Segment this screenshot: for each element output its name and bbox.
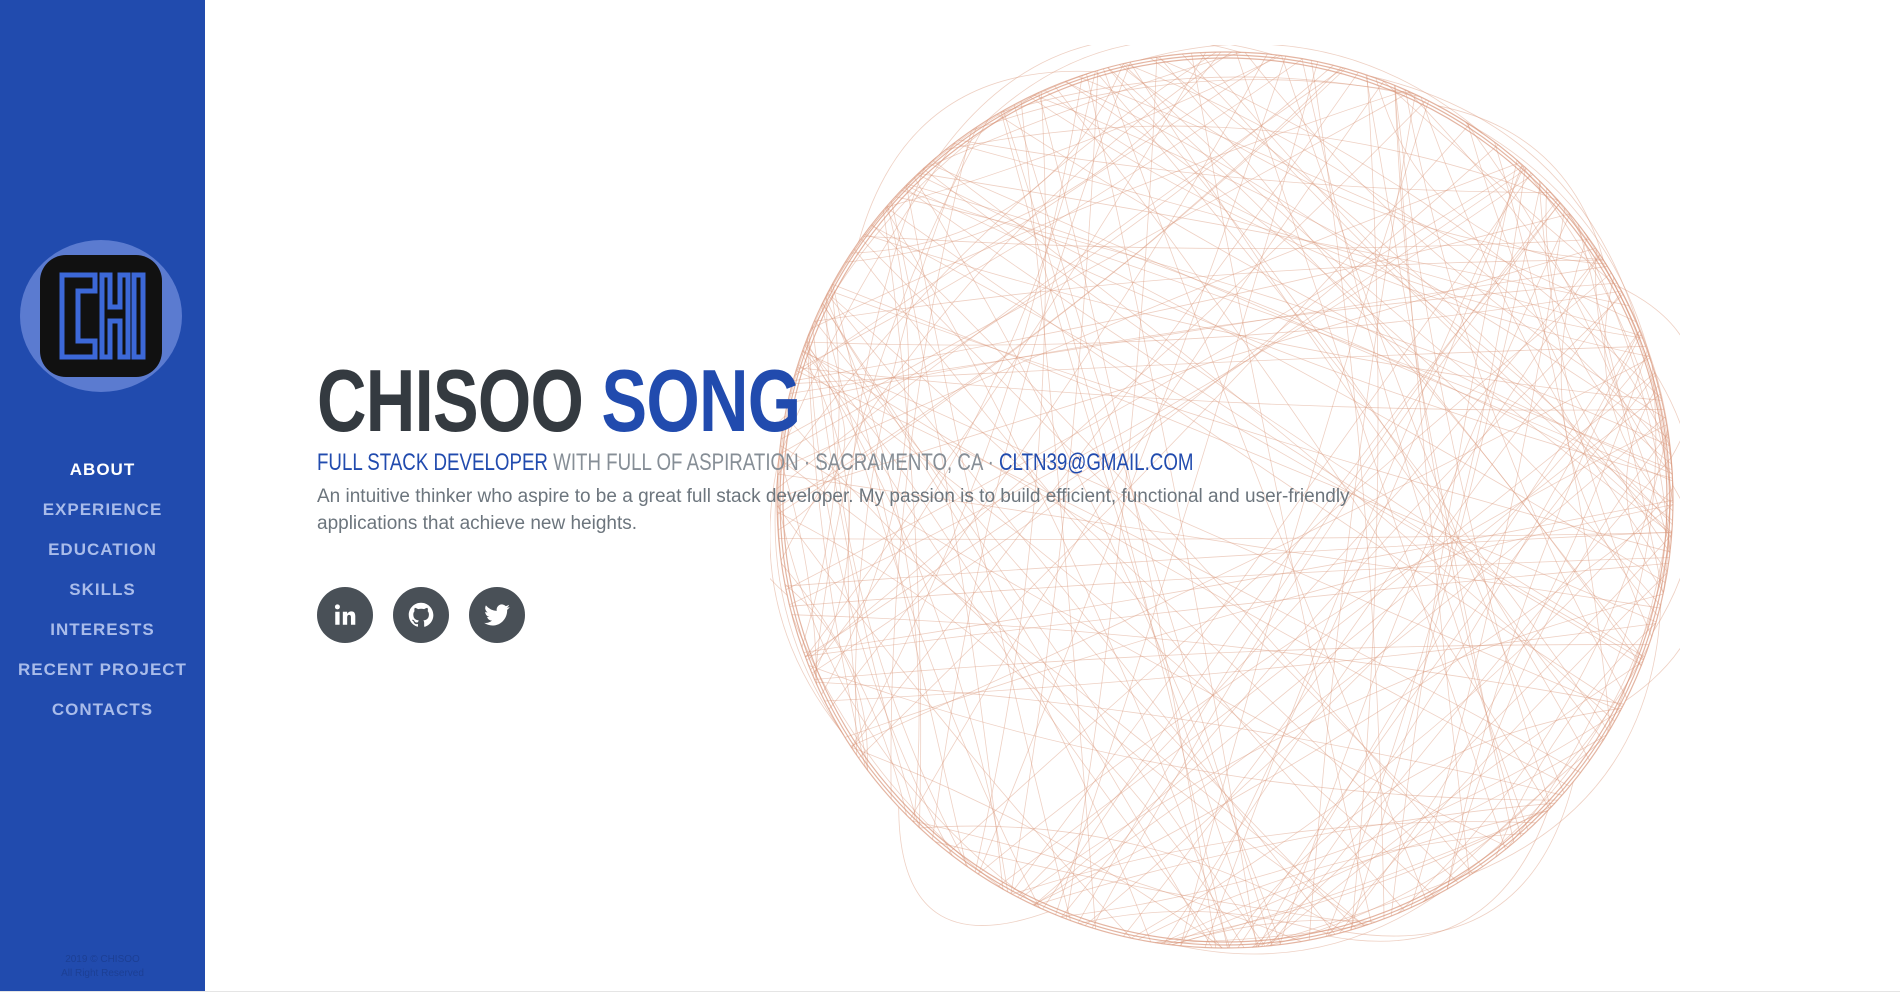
subheading: FULL STACK DEVELOPER WITH FULL OF ASPIRA… [317,449,1253,477]
profile-logo[interactable] [20,240,182,392]
about-section: CHISOO SONG FULL STACK DEVELOPER WITH FU… [205,0,1900,992]
email-link[interactable]: CLTN39@GMAIL.COM [999,449,1193,476]
last-name: SONG [601,351,801,450]
nav-item-experience[interactable]: EXPERIENCE [0,490,205,530]
nav-item-about[interactable]: ABOUT [0,450,205,490]
first-name: CHISOO [317,351,584,450]
nav-item-education[interactable]: EDUCATION [0,530,205,570]
sphere-line [1370,75,1639,328]
role: FULL STACK DEVELOPER [317,449,548,476]
github-button[interactable] [393,587,449,643]
linkedin-button[interactable] [317,587,373,643]
sidebar-nav: ABOUT EXPERIENCE EDUCATION SKILLS INTERE… [0,450,205,730]
hero: CHISOO SONG FULL STACK DEVELOPER WITH FU… [317,355,1517,643]
social-icons [317,587,1517,643]
rights-line: All Right Reserved [61,968,144,979]
copyright: 2019 © CHISOO All Right Reserved [0,953,205,981]
tagline: WITH FULL OF ASPIRATION · SACRAMENTO, CA… [547,449,1000,476]
github-icon [408,602,434,627]
nav-item-contacts[interactable]: CONTACTS [0,690,205,730]
nav-item-recent-project[interactable]: RECENT PROJECT [0,650,205,690]
logo-mark [40,255,162,377]
sphere-line [814,644,1650,680]
sphere-line [945,125,1559,201]
sphere-line [1472,603,1662,874]
logo-ci-icon [59,272,146,360]
twitter-button[interactable] [469,587,525,643]
nav-item-skills[interactable]: SKILLS [0,570,205,610]
twitter-icon [484,604,510,626]
sphere-line [1140,45,1483,134]
nav-item-interests[interactable]: INTERESTS [0,610,205,650]
linkedin-icon [334,604,356,625]
lead-text: An intuitive thinker who aspire to be a … [317,486,1350,534]
sidebar: ABOUT EXPERIENCE EDUCATION SKILLS INTERE… [0,0,205,991]
page-title: CHISOO SONG [317,355,1253,447]
sphere-line [1626,385,1664,593]
copyright-line: 2019 © CHISOO [65,954,140,965]
sphere-line [1029,96,1650,357]
sphere-line [791,613,1004,890]
